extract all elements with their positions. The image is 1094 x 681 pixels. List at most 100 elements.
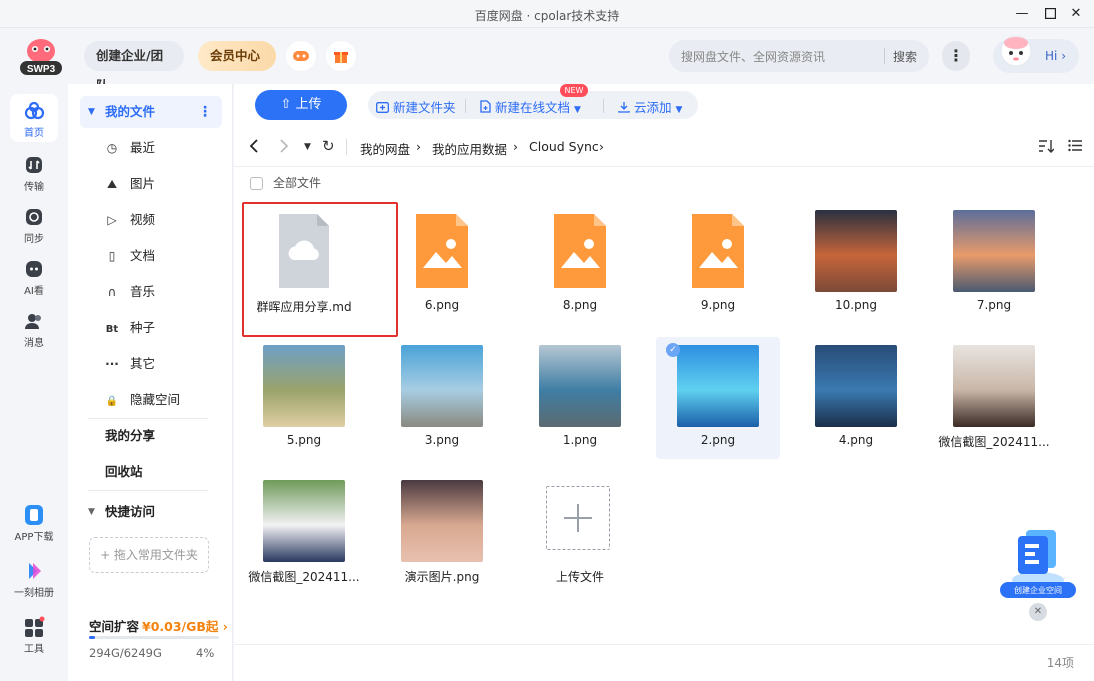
sidebar-item-music[interactable]: ∩ 音乐 bbox=[80, 276, 222, 308]
sort-icon[interactable] bbox=[1038, 139, 1055, 157]
space-expand-label[interactable]: 空间扩容 bbox=[89, 616, 139, 635]
file-tile[interactable]: 群晖应用分享.md bbox=[242, 202, 366, 324]
new-folder-button[interactable]: 新建文件夹 bbox=[376, 97, 456, 116]
file-tile[interactable]: 3.png bbox=[380, 337, 504, 459]
file-tile[interactable]: 4.png bbox=[794, 337, 918, 459]
upload-file-tile[interactable]: 上传文件 bbox=[518, 472, 642, 594]
sidebar-item-videos[interactable]: ▷ 视频 bbox=[80, 204, 222, 236]
sidebar-item-recycle-bin[interactable]: 回收站 bbox=[80, 456, 222, 488]
sidebar-item-label: 回收站 bbox=[105, 464, 143, 479]
file-grid: 群晖应用分享.md 6.png 8.png 9.png 10.png 7.png 5.png… bbox=[242, 202, 1090, 632]
more-menu-icon[interactable]: ⋮ bbox=[942, 41, 970, 71]
sidebar-item-label: 种子 bbox=[130, 320, 156, 335]
more-vertical-icon[interactable]: ⋮ bbox=[198, 96, 212, 128]
image-thumbnail bbox=[539, 345, 621, 427]
storage-progress-bar bbox=[89, 636, 219, 639]
select-all-checkbox[interactable] bbox=[250, 177, 263, 190]
create-team-button[interactable]: 创建企业/团队 bbox=[84, 41, 184, 93]
file-tile[interactable]: 微信截图_202411... bbox=[932, 337, 1056, 459]
search-box[interactable]: 搜网盘文件、全网资源资讯 搜索 bbox=[669, 40, 929, 72]
more-icon: ··· bbox=[105, 357, 119, 371]
sidebar-item-quick-access[interactable]: ▼ 快捷访问 bbox=[80, 496, 222, 528]
sidebar-item-my-files[interactable]: ▼ 我的文件 ⋮ bbox=[80, 96, 222, 128]
image-file-icon bbox=[401, 210, 483, 292]
sidebar-item-images[interactable]: ⛰ 图片 bbox=[80, 168, 222, 200]
maximize-icon[interactable] bbox=[1038, 4, 1062, 24]
sidebar-item-documents[interactable]: ▯ 文档 bbox=[80, 240, 222, 272]
rail-item-transfer[interactable]: 传输 bbox=[10, 148, 58, 196]
vip-center-button[interactable]: 会员中心 bbox=[198, 41, 276, 71]
list-view-icon[interactable] bbox=[1068, 139, 1082, 156]
storage-progress-fill bbox=[89, 636, 96, 639]
gift-icon[interactable] bbox=[326, 41, 356, 71]
rail-item-tools[interactable]: 工具 bbox=[10, 610, 58, 658]
file-tile[interactable]: 微信截图_202411... bbox=[242, 472, 366, 594]
sidebar-item-torrents[interactable]: Bt 种子 bbox=[80, 312, 222, 344]
app-logo[interactable]: SWP3 bbox=[18, 37, 64, 77]
folder-plus-icon bbox=[376, 102, 389, 113]
file-tile[interactable]: ✓ 2.png bbox=[656, 337, 780, 459]
close-float-icon[interactable]: ✕ bbox=[1029, 603, 1047, 621]
file-tile[interactable]: 7.png bbox=[932, 202, 1056, 324]
image-thumbnail bbox=[263, 480, 345, 562]
history-dropdown-icon[interactable]: ▼ bbox=[304, 142, 311, 152]
lock-icon: 🔒 bbox=[105, 396, 119, 407]
refresh-icon[interactable]: ↻ bbox=[322, 137, 335, 155]
create-enterprise-float[interactable]: 创建企业空间 bbox=[998, 522, 1078, 602]
breadcrumb-separator-icon: › bbox=[416, 139, 421, 154]
nav-divider bbox=[346, 139, 347, 155]
cloud-add-button[interactable]: 云添加 ▼ bbox=[618, 97, 682, 116]
breadcrumb-cloud-sync[interactable]: Cloud Sync bbox=[529, 139, 599, 154]
close-icon[interactable]: ✕ bbox=[1064, 4, 1088, 24]
rail-item-ai[interactable]: AI看 bbox=[10, 252, 58, 300]
enterprise-icon: 创建企业空间 bbox=[1000, 530, 1076, 598]
space-price-text: ¥0.03/GB起 bbox=[142, 619, 219, 634]
file-name: 1.png bbox=[562, 433, 598, 447]
file-tile[interactable]: 6.png bbox=[380, 202, 504, 324]
search-button[interactable]: 搜索 bbox=[893, 48, 917, 65]
breadcrumb-root[interactable]: 我的网盘 bbox=[360, 139, 410, 158]
file-tile[interactable]: 10.png bbox=[794, 202, 918, 324]
file-name: 上传文件 bbox=[555, 570, 604, 584]
image-thumbnail bbox=[263, 345, 345, 427]
storage-percent-text: 4% bbox=[196, 646, 215, 660]
breadcrumb-app-data[interactable]: 我的应用数据 bbox=[432, 139, 507, 158]
file-tile[interactable]: 1.png bbox=[518, 337, 642, 459]
file-name: 群晖应用分享.md bbox=[256, 300, 352, 314]
rail-label: 同步 bbox=[24, 234, 44, 245]
sidebar: ▼ 我的文件 ⋮ ◷ 最近 ⛰ 图片 ▷ 视频 ▯ 文档 ∩ 音乐 Bt 种子 ··· 其它 … bbox=[68, 84, 233, 681]
image-thumbnail bbox=[815, 210, 897, 292]
file-tile[interactable]: 8.png bbox=[518, 202, 642, 324]
sidebar-item-hidden-space[interactable]: 🔒 隐藏空间 bbox=[80, 384, 222, 416]
sidebar-item-recent[interactable]: ◷ 最近 bbox=[80, 132, 222, 164]
game-icon[interactable] bbox=[286, 41, 316, 71]
rail-label: 一刻相册 bbox=[14, 588, 54, 599]
rail-item-album[interactable]: 一刻相册 bbox=[10, 554, 58, 602]
rail-item-home[interactable]: 首页 bbox=[10, 94, 58, 142]
file-tile[interactable]: 9.png bbox=[656, 202, 780, 324]
headphones-icon: ∩ bbox=[107, 285, 117, 299]
select-all-row[interactable]: 全部文件 bbox=[250, 174, 321, 191]
new-online-doc-button[interactable]: 新建在线文档 ▼ bbox=[480, 97, 581, 116]
minimize-icon[interactable]: — bbox=[1010, 4, 1034, 24]
user-hi-button[interactable]: Hi › bbox=[993, 35, 1079, 73]
sidebar-item-my-share[interactable]: 我的分享 bbox=[80, 420, 222, 452]
sidebar-item-label: 我的分享 bbox=[105, 428, 156, 443]
file-tile[interactable]: 5.png bbox=[242, 337, 366, 459]
space-expand-price[interactable]: ¥0.03/GB起 › bbox=[142, 616, 228, 635]
sidebar-item-other[interactable]: ··· 其它 bbox=[80, 348, 222, 380]
rail-item-message[interactable]: 消息 bbox=[10, 304, 58, 352]
rail-item-sync[interactable]: 同步 bbox=[10, 200, 58, 248]
rail-item-app-download[interactable]: APP下载 bbox=[10, 498, 58, 546]
quick-access-drop-zone[interactable]: + 拖入常用文件夹 bbox=[89, 537, 209, 573]
main-toolbar: 新建文件夹 新建在线文档 ▼ 云添加 ▼ bbox=[368, 91, 698, 119]
enterprise-float-label: 创建企业空间 bbox=[1014, 585, 1062, 595]
rail-label: 工具 bbox=[24, 644, 44, 655]
document-icon: ▯ bbox=[108, 249, 116, 263]
search-input[interactable]: 搜网盘文件、全网资源资讯 bbox=[681, 48, 825, 65]
selected-check-icon[interactable]: ✓ bbox=[666, 343, 680, 357]
upload-button[interactable]: ⇧ 上传 bbox=[255, 90, 347, 120]
forward-arrow-icon[interactable] bbox=[278, 138, 290, 158]
file-tile[interactable]: 演示图片.png bbox=[380, 472, 504, 594]
back-arrow-icon[interactable] bbox=[248, 138, 260, 158]
